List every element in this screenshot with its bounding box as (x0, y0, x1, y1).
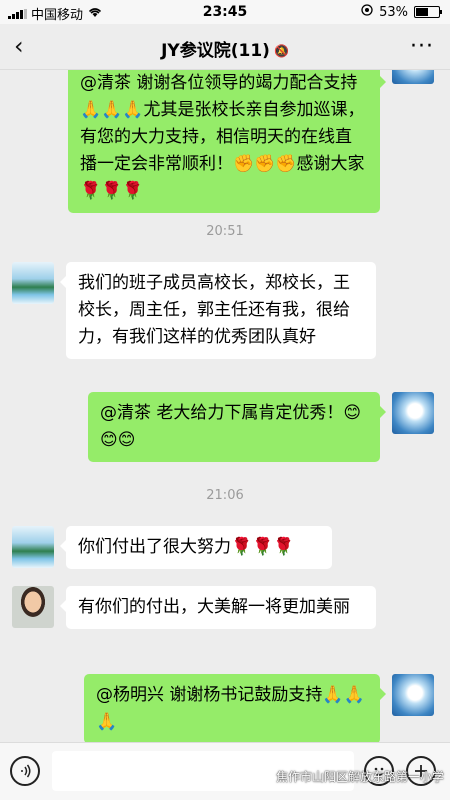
timestamp: 20:51 (206, 224, 244, 239)
mute-icon: 🔕 (273, 44, 289, 58)
location-icon (361, 4, 373, 20)
avatar[interactable] (12, 262, 54, 304)
battery-percent: 53% (379, 4, 408, 20)
watermark: 焦作市山阳区解放东路第一小学 (258, 768, 448, 785)
message-bubble[interactable]: @清茶 老大给力下属肯定优秀！😊😊😊 (88, 392, 386, 462)
battery-icon (414, 6, 442, 18)
message-incoming: 有你们的付出，大美解一将更加美丽 (0, 586, 450, 660)
chat-header: ‹ JY参议院(11) 🔕 ··· (0, 24, 450, 70)
message-outgoing: @清茶 老大给力下属肯定优秀！😊😊😊 (0, 392, 450, 462)
message-outgoing: @杨明兴 谢谢杨书记鼓励支持🙏🙏🙏 (0, 674, 450, 742)
chat-area[interactable]: @清茶 谢谢各位领导的竭力配合支持🙏🙏🙏尤其是张校长亲自参加巡课，有您的大力支持… (0, 70, 450, 742)
message-incoming: 我们的班子成员高校长，郑校长，王校长，周主任，郭主任还有我，很给力，有我们这样的… (0, 262, 450, 382)
message-incoming: 你们付出了很大努力🌹🌹🌹 (0, 526, 450, 572)
message-bubble[interactable]: 有你们的付出，大美解一将更加美丽 (60, 586, 376, 629)
avatar[interactable] (12, 526, 54, 568)
avatar[interactable] (12, 586, 54, 628)
message-bubble[interactable]: 我们的班子成员高校长，郑校长，王校长，周主任，郭主任还有我，很给力，有我们这样的… (60, 262, 376, 359)
timestamp: 21:06 (206, 488, 244, 503)
chat-title: JY参议院(11) (161, 41, 270, 61)
message-bubble[interactable]: 你们付出了很大努力🌹🌹🌹 (60, 526, 332, 569)
avatar[interactable] (392, 392, 434, 434)
avatar[interactable] (392, 674, 434, 716)
avatar[interactable] (392, 70, 434, 84)
message-outgoing: @清茶 谢谢各位领导的竭力配合支持🙏🙏🙏尤其是张校长亲自参加巡课，有您的大力支持… (0, 70, 450, 213)
status-right: 53% (361, 4, 442, 20)
status-bar: 中国移动 23:45 53% (0, 0, 450, 24)
watermark-text: 焦作市山阳区解放东路第一小学 (276, 770, 445, 784)
chat-title-wrap: JY参议院(11) 🔕 (0, 36, 450, 61)
battery-fill (416, 8, 428, 16)
wechat-logo-icon (258, 771, 272, 783)
message-bubble[interactable]: @杨明兴 谢谢杨书记鼓励支持🙏🙏🙏 (84, 674, 386, 742)
voice-icon[interactable] (10, 756, 40, 786)
more-icon[interactable]: ··· (410, 34, 434, 59)
message-bubble[interactable]: @清茶 谢谢各位领导的竭力配合支持🙏🙏🙏尤其是张校长亲自参加巡课，有您的大力支持… (68, 70, 386, 213)
